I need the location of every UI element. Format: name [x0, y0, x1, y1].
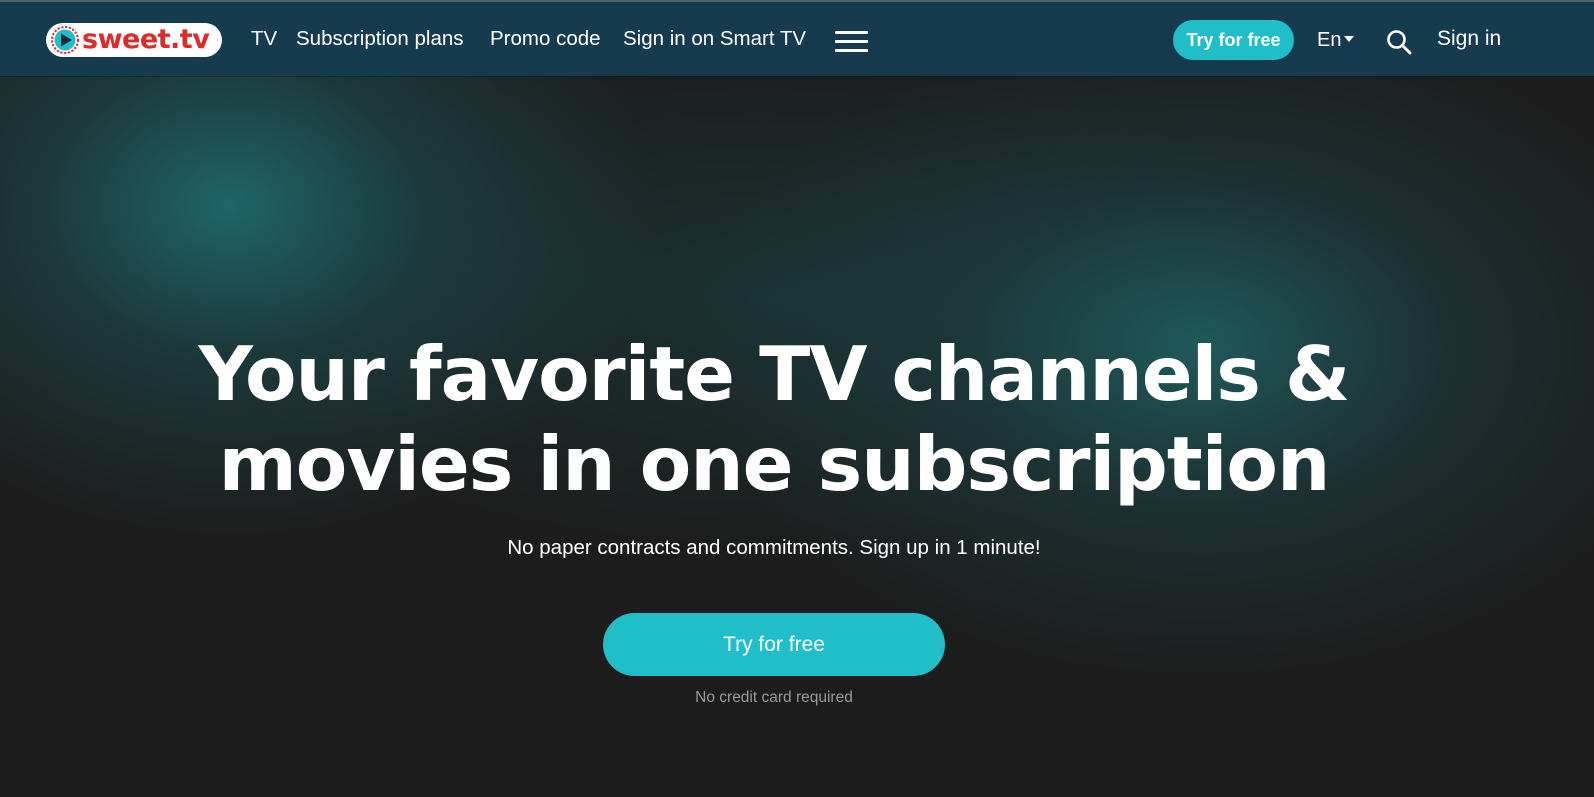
sign-in-link[interactable]: Sign in	[1437, 24, 1501, 54]
hero-subtitle: No paper contracts and commitments. Sign…	[507, 536, 1041, 559]
logo-wordmark: sweet.tv	[82, 24, 210, 55]
play-logo-icon	[51, 26, 79, 54]
top-navigation-bar: sweet.tv TV Subscription plans Promo cod…	[0, 2, 1594, 76]
header-try-for-free-button[interactable]: Try for free	[1173, 20, 1294, 60]
hero-section: Your favorite TV channels & movies in on…	[0, 76, 1594, 797]
language-selector[interactable]: En	[1317, 26, 1341, 54]
hero-headline-line-2: movies in one subscription	[218, 420, 1331, 508]
caret-down-icon[interactable]	[1344, 36, 1354, 42]
hamburger-menu-icon[interactable]	[835, 31, 868, 53]
sweet-tv-logo[interactable]: sweet.tv	[46, 23, 222, 57]
nav-tv-link[interactable]: TV	[251, 24, 277, 54]
nav-promo-code-link[interactable]: Promo code	[490, 24, 601, 54]
nav-subscription-plans-link[interactable]: Subscription plans	[296, 24, 464, 54]
hero-try-for-free-button[interactable]: Try for free	[603, 613, 945, 676]
search-icon[interactable]	[1386, 29, 1412, 55]
nav-sign-in-smart-tv-link[interactable]: Sign in on Smart TV	[623, 24, 806, 54]
hero-headline-line-1: Your favorite TV channels &	[198, 330, 1351, 418]
hero-headline: Your favorite TV channels & movies in on…	[0, 329, 1548, 509]
no-credit-card-note: No credit card required	[695, 689, 853, 706]
